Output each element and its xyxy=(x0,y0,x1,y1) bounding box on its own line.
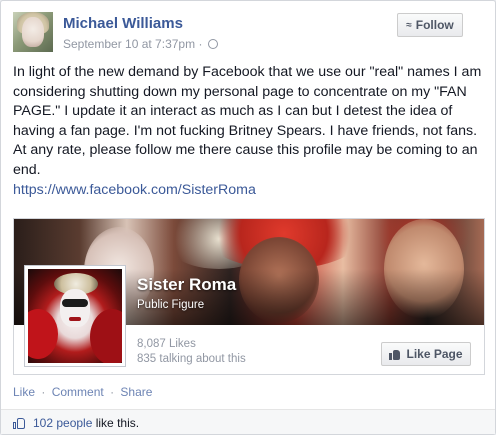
follow-button-label: Follow xyxy=(415,18,454,32)
globe-icon[interactable] xyxy=(207,39,218,49)
post-link[interactable]: https://www.facebook.com/SisterRoma xyxy=(13,182,256,198)
page-likes-count: 8,087 Likes xyxy=(137,338,196,350)
thumbs-up-icon xyxy=(389,349,401,360)
likes-suffix: like this. xyxy=(92,416,140,430)
page-talking-about: 835 talking about this xyxy=(137,353,246,365)
post-text: In light of the new demand by Facebook t… xyxy=(13,64,482,178)
action-separator: · xyxy=(41,385,46,399)
picture-face xyxy=(60,289,90,327)
page-attachment[interactable]: Sister Roma Public Figure 8,087 Likes 83… xyxy=(13,218,485,375)
picture-detail xyxy=(90,309,122,363)
rss-icon: ≈ xyxy=(406,19,412,31)
comment-link[interactable]: Comment xyxy=(52,385,104,399)
picture-detail xyxy=(69,317,81,321)
likes-people-link[interactable]: 102 people xyxy=(33,416,92,430)
action-separator: · xyxy=(110,385,115,399)
profile-picture-image xyxy=(28,269,122,363)
picture-detail xyxy=(62,299,88,307)
page-profile-picture[interactable] xyxy=(24,265,126,367)
meta-separator: · xyxy=(198,37,203,51)
picture-detail xyxy=(28,309,58,359)
likes-text: 102 people like this. xyxy=(33,416,139,430)
like-link[interactable]: Like xyxy=(13,385,35,399)
author-avatar[interactable] xyxy=(13,12,53,52)
follow-button[interactable]: ≈ Follow xyxy=(397,13,463,37)
thumbs-up-icon xyxy=(13,417,26,429)
page-stats: 8,087 Likes 835 talking about this xyxy=(137,337,246,367)
post-meta: September 10 at 7:37pm · xyxy=(63,37,218,51)
page-name[interactable]: Sister Roma xyxy=(137,275,236,295)
facebook-post: Michael Williams September 10 at 7:37pm … xyxy=(0,0,496,435)
like-page-button[interactable]: Like Page xyxy=(381,342,471,366)
likes-summary: 102 people like this. xyxy=(1,409,495,434)
post-actions: Like · Comment · Share xyxy=(13,385,152,399)
share-link[interactable]: Share xyxy=(120,385,152,399)
page-category: Public Figure xyxy=(137,299,205,311)
author-name[interactable]: Michael Williams xyxy=(63,15,183,32)
avatar-face xyxy=(22,17,44,47)
post-timestamp[interactable]: September 10 at 7:37pm xyxy=(63,37,195,51)
like-page-label: Like Page xyxy=(406,347,463,361)
